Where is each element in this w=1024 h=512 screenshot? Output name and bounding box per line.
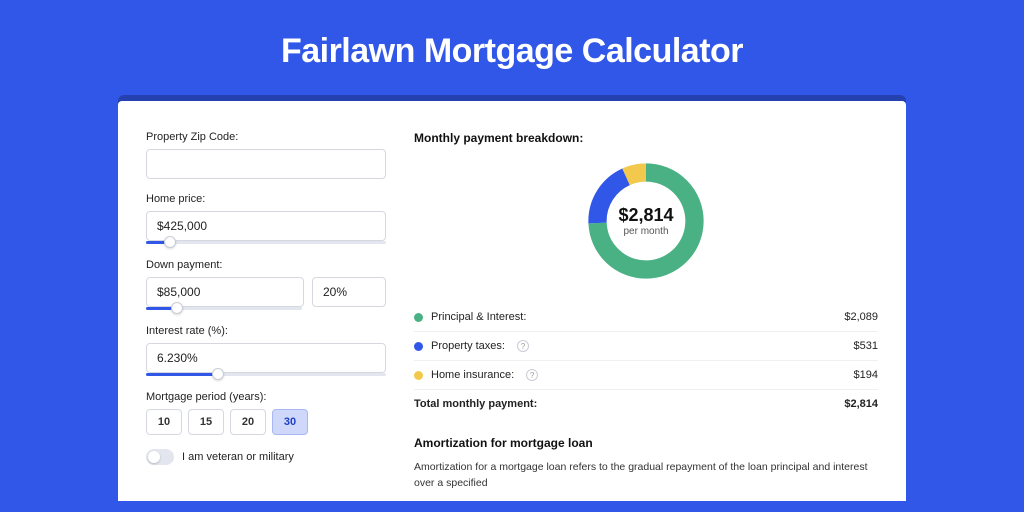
amortization-text: Amortization for a mortgage loan refers …	[414, 460, 878, 492]
legend-dot	[414, 371, 423, 380]
card-shadow: Property Zip Code: Home price: Down paym…	[118, 95, 906, 501]
donut-center: $2,814 per month	[582, 157, 710, 285]
total-value: $2,814	[844, 398, 878, 410]
down-payment-pct-input[interactable]	[312, 277, 386, 307]
field-period: Mortgage period (years): 10152030	[146, 391, 386, 435]
legend-value: $194	[854, 369, 878, 381]
legend-row: Home insurance:? $194	[414, 361, 878, 390]
interest-slider[interactable]	[146, 371, 386, 377]
period-button-10[interactable]: 10	[146, 409, 182, 435]
home-price-input[interactable]	[146, 211, 386, 241]
form-column: Property Zip Code: Home price: Down paym…	[146, 131, 386, 501]
donut-chart: $2,814 per month	[582, 157, 710, 285]
help-icon[interactable]: ?	[517, 340, 529, 352]
legend-label: Home insurance:	[431, 369, 514, 381]
period-button-15[interactable]: 15	[188, 409, 224, 435]
home-price-slider[interactable]	[146, 239, 386, 245]
legend-total-row: Total monthly payment: $2,814	[414, 390, 878, 418]
down-payment-slider[interactable]	[146, 305, 302, 311]
donut-amount: $2,814	[618, 205, 673, 226]
page-title: Fairlawn Mortgage Calculator	[281, 32, 743, 71]
breakdown-column: Monthly payment breakdown: $2,814 per mo…	[414, 131, 878, 501]
down-payment-label: Down payment:	[146, 259, 386, 271]
legend: Principal & Interest: $2,089 Property taxe…	[414, 303, 878, 390]
period-buttons: 10152030	[146, 409, 386, 435]
legend-dot	[414, 342, 423, 351]
zip-label: Property Zip Code:	[146, 131, 386, 143]
legend-value: $2,089	[844, 311, 878, 323]
calculator-card: Property Zip Code: Home price: Down paym…	[118, 101, 906, 501]
legend-label: Property taxes:	[431, 340, 505, 352]
zip-input[interactable]	[146, 149, 386, 179]
home-price-label: Home price:	[146, 193, 386, 205]
field-zip: Property Zip Code:	[146, 131, 386, 179]
interest-input[interactable]	[146, 343, 386, 373]
amortization-title: Amortization for mortgage loan	[414, 436, 878, 450]
period-button-30[interactable]: 30	[272, 409, 308, 435]
legend-row: Principal & Interest: $2,089	[414, 303, 878, 332]
field-home-price: Home price:	[146, 193, 386, 245]
donut-sub: per month	[623, 226, 668, 237]
down-payment-input[interactable]	[146, 277, 304, 307]
interest-label: Interest rate (%):	[146, 325, 386, 337]
amortization-section: Amortization for mortgage loan Amortizat…	[414, 436, 878, 492]
legend-label: Principal & Interest:	[431, 311, 526, 323]
total-label: Total monthly payment:	[414, 398, 537, 410]
toggle-knob	[148, 451, 160, 463]
veteran-toggle[interactable]	[146, 449, 174, 465]
period-button-20[interactable]: 20	[230, 409, 266, 435]
field-down-payment: Down payment:	[146, 259, 386, 311]
period-label: Mortgage period (years):	[146, 391, 386, 403]
help-icon[interactable]: ?	[526, 369, 538, 381]
field-veteran: I am veteran or military	[146, 449, 386, 465]
breakdown-title: Monthly payment breakdown:	[414, 131, 878, 145]
veteran-label: I am veteran or military	[182, 451, 294, 463]
donut-wrap: $2,814 per month	[414, 157, 878, 285]
legend-value: $531	[854, 340, 878, 352]
legend-dot	[414, 313, 423, 322]
field-interest: Interest rate (%):	[146, 325, 386, 377]
legend-row: Property taxes:? $531	[414, 332, 878, 361]
